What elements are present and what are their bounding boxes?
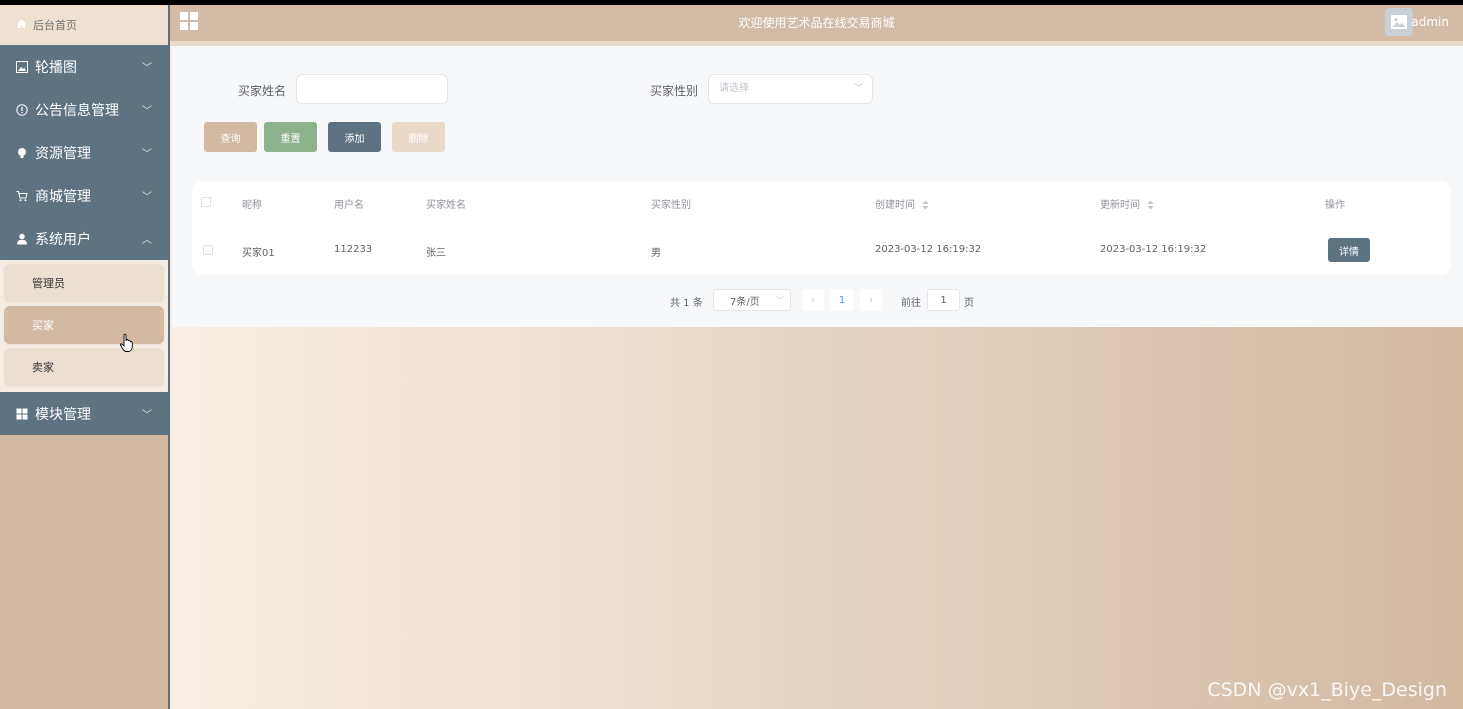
page: 后台首页 轮播图 ﹀ 公告信息管理 ﹀ 资源管理 ﹀ 商城管理 ﹀ 系统用户 ︿…	[0, 5, 1463, 709]
buyer-gender-label: 买家性别	[650, 84, 699, 98]
buyer-name-label: 买家姓名	[238, 84, 287, 98]
row-checkbox[interactable]	[203, 245, 213, 255]
buyer-gender-select[interactable]: 请选择 ﹀	[708, 74, 873, 104]
sidebar-item-label: 卖家	[32, 361, 54, 374]
cell-username: 112233	[334, 244, 373, 255]
info-circle-icon	[16, 103, 28, 116]
sidebar-group-label: 资源管理	[35, 145, 91, 162]
sidebar-item-label: 买家	[32, 319, 54, 332]
detail-button[interactable]: 详情	[1328, 238, 1370, 262]
sidebar-group-label: 系统用户	[35, 231, 91, 248]
page-number-current[interactable]: 1	[830, 289, 854, 311]
column-header-username: 用户名	[334, 200, 364, 211]
username-label[interactable]: admin	[1411, 15, 1449, 29]
chevron-right-icon: ›	[869, 294, 873, 306]
cell-updated: 2023-03-12 16:19:32	[1100, 244, 1207, 255]
header-title: 欢迎使用艺术品在线交易商城	[738, 16, 895, 30]
column-header-buyer-name: 买家姓名	[426, 200, 466, 211]
chevron-up-icon: ︿	[142, 235, 152, 246]
page-suffix-label: 页	[964, 298, 974, 309]
sidebar: 后台首页 轮播图 ﹀ 公告信息管理 ﹀ 资源管理 ﹀ 商城管理 ﹀ 系统用户 ︿…	[0, 5, 170, 709]
sidebar-group-label: 商城管理	[35, 188, 91, 205]
buyer-name-input[interactable]	[296, 74, 448, 104]
page-size-select[interactable]: 7条/页 ﹀	[713, 289, 791, 311]
buyer-table: 昵称 用户名 买家姓名 买家性别 创建时间 更新时间 操作 买家01 11223…	[192, 181, 1451, 275]
reset-button[interactable]: 重置	[264, 122, 317, 152]
pagination-total: 共 1 条	[670, 298, 703, 309]
goto-label: 前往	[901, 298, 921, 309]
avatar[interactable]	[1385, 8, 1413, 36]
hand-cursor-icon	[120, 333, 133, 352]
sidebar-group-label: 轮播图	[35, 59, 77, 76]
cell-created: 2023-03-12 16:19:32	[875, 244, 982, 255]
page-size-value: 7条/页	[730, 296, 760, 308]
user-icon	[16, 233, 28, 245]
chevron-down-icon: ﹀	[776, 295, 784, 305]
watermark: CSDN @vx1_Biye_Design	[1207, 679, 1447, 701]
column-header-label: 创建时间	[875, 200, 915, 211]
column-header-updated[interactable]: 更新时间	[1100, 196, 1154, 211]
cell-buyer-gender: 男	[651, 248, 661, 259]
chevron-down-icon: ﹀	[142, 192, 152, 203]
column-header-buyer-gender: 买家性别	[651, 200, 691, 211]
sidebar-item-admin[interactable]: 管理员	[4, 264, 164, 302]
sidebar-group-label: 公告信息管理	[35, 102, 119, 119]
main-content: 买家姓名 买家性别 请选择 ﹀ 查询 重置 添加 删除 昵称 用户名 买家姓名 …	[172, 46, 1463, 327]
sidebar-group-notice[interactable]: 公告信息管理 ﹀	[0, 88, 168, 131]
cell-buyer-name: 张三	[426, 248, 446, 259]
sidebar-item-buyer[interactable]: 买家	[4, 306, 164, 344]
delete-button[interactable]: 删除	[392, 122, 445, 152]
sidebar-group-label: 模块管理	[35, 406, 91, 423]
add-button[interactable]: 添加	[328, 122, 381, 152]
sidebar-item-label: 管理员	[32, 277, 65, 290]
sort-icon[interactable]	[1147, 200, 1154, 210]
select-all-checkbox[interactable]	[201, 197, 211, 207]
column-header-actions: 操作	[1325, 200, 1345, 211]
image-icon	[16, 60, 28, 73]
sidebar-group-modules[interactable]: 模块管理 ﹀	[0, 392, 168, 435]
sidebar-item-home[interactable]: 后台首页	[0, 5, 168, 45]
select-placeholder: 请选择	[719, 83, 749, 94]
chevron-down-icon: ﹀	[142, 63, 152, 74]
home-icon	[16, 18, 27, 32]
grid-icon	[16, 408, 28, 420]
cell-nickname: 买家01	[242, 248, 275, 259]
sidebar-item-label: 后台首页	[33, 19, 77, 32]
chevron-down-icon: ﹀	[142, 106, 152, 117]
goto-page-input[interactable]: 1	[927, 289, 960, 311]
image-placeholder-icon	[1391, 15, 1407, 29]
sidebar-item-seller[interactable]: 卖家	[4, 348, 164, 386]
sidebar-group-mall[interactable]: 商城管理 ﹀	[0, 174, 168, 217]
column-header-created[interactable]: 创建时间	[875, 196, 929, 211]
sidebar-group-system-users[interactable]: 系统用户 ︿	[0, 217, 168, 260]
chevron-down-icon: ﹀	[853, 84, 863, 94]
column-header-nickname: 昵称	[242, 200, 262, 211]
sidebar-group-carousel[interactable]: 轮播图 ﹀	[0, 45, 168, 88]
chevron-left-icon: ‹	[811, 294, 815, 306]
chevron-down-icon: ﹀	[142, 149, 152, 160]
column-header-label: 更新时间	[1100, 200, 1140, 211]
top-header: 欢迎使用艺术品在线交易商城 admin	[170, 5, 1463, 41]
cart-icon	[16, 190, 28, 202]
sidebar-group-resource[interactable]: 资源管理 ﹀	[0, 131, 168, 174]
prev-page-button[interactable]: ‹	[802, 289, 824, 311]
next-page-button[interactable]: ›	[860, 289, 882, 311]
sidebar-submenu: 管理员 买家 卖家	[0, 260, 168, 392]
chevron-down-icon: ﹀	[142, 410, 152, 421]
bulb-icon	[16, 147, 28, 159]
query-button[interactable]: 查询	[204, 122, 257, 152]
sort-icon[interactable]	[922, 200, 929, 210]
